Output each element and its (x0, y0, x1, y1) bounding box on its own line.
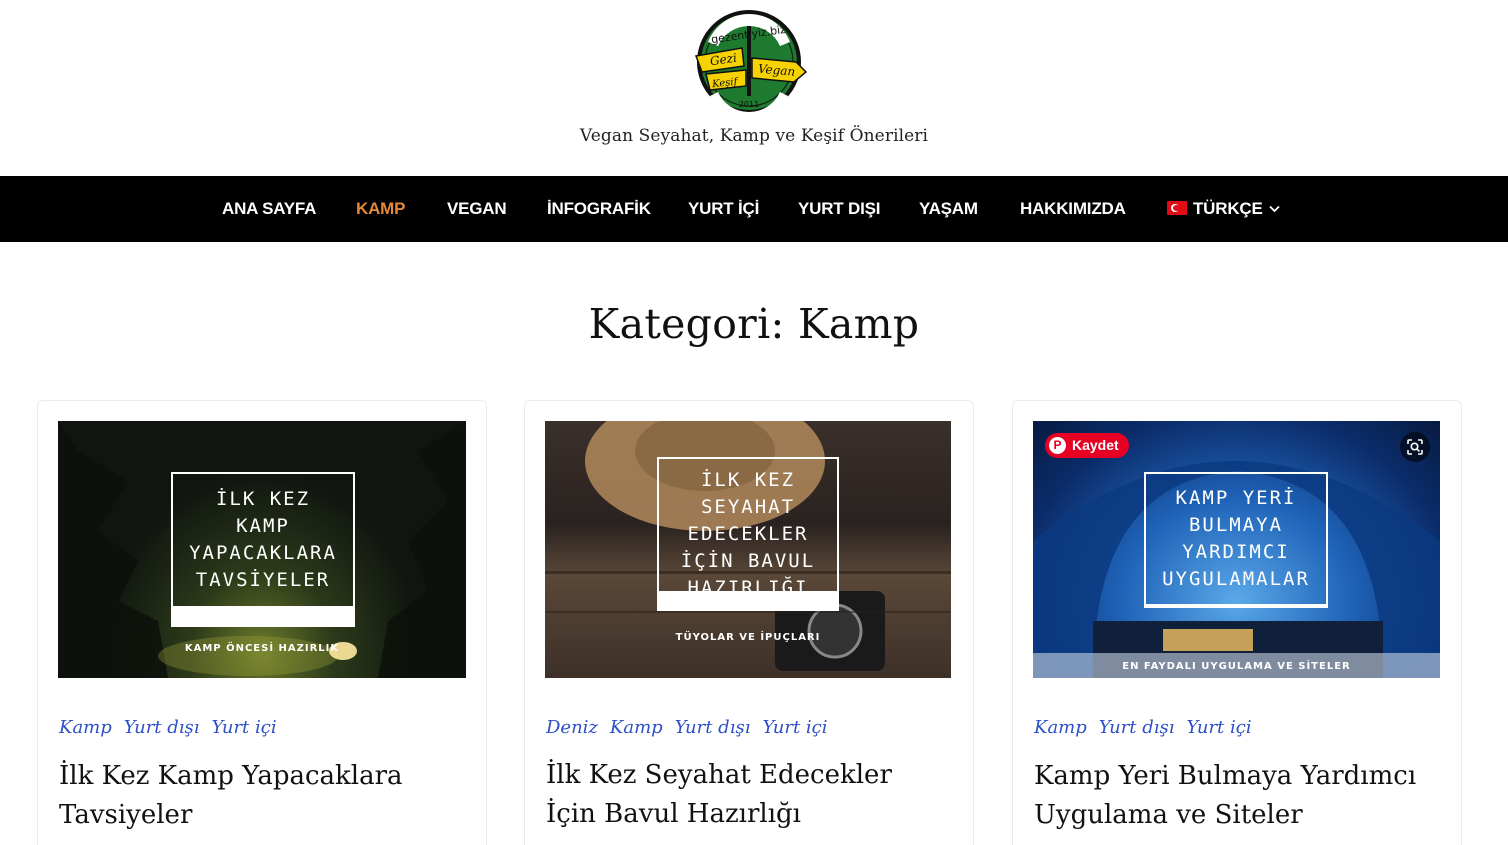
post-categories: Kamp Yurt dışı Yurt içi (59, 717, 289, 738)
nav-item-yasam[interactable]: YAŞAM (919, 176, 978, 242)
nav-item-infografik[interactable]: İNFOGRAFİK (547, 176, 651, 242)
category-link[interactable]: Yurt dışı (675, 717, 751, 738)
pinterest-icon: P (1049, 437, 1066, 454)
post-title[interactable]: Kamp Yeri Bulmaya Yardımcı Uygulama ve S… (1034, 757, 1434, 835)
page-title: Kategori: Kamp (588, 300, 920, 348)
chevron-down-icon (1269, 205, 1280, 213)
nav-item-yurt-ici[interactable]: YURT İÇİ (688, 176, 759, 242)
language-switcher[interactable]: TÜRKÇE (1167, 176, 1280, 242)
visual-search-icon[interactable] (1400, 432, 1430, 462)
category-link[interactable]: Kamp (610, 717, 663, 738)
thumbnail-strip (171, 608, 355, 627)
category-link[interactable]: Yurt dışı (124, 717, 200, 738)
site-tagline: Vegan Seyahat, Kamp ve Keşif Önerileri (579, 126, 929, 146)
thumbnail-strip (657, 591, 839, 611)
nav-item-kamp[interactable]: KAMP (356, 176, 405, 242)
post-title[interactable]: İlk Kez Kamp Yapacaklara Tavsiyeler (59, 757, 459, 835)
post-card: KAMP YERİ BULMAYA YARDIMCI UYGULAMALAR E… (1012, 400, 1462, 845)
thumbnail-caption: KAMP ÖNCESİ HAZIRLIK (184, 643, 340, 654)
category-link[interactable]: Yurt içi (212, 717, 277, 738)
thumbnail-strip (1144, 606, 1328, 608)
post-title[interactable]: İlk Kez Seyahat Edecekler İçin Bavul Haz… (546, 756, 946, 834)
nav-item-hakkimizda[interactable]: HAKKIMIZDA (1020, 176, 1126, 242)
site-header: gezentiyiz.biz 2011 Gezi Keşif Vegan Veg… (0, 0, 1508, 176)
site-logo[interactable]: gezentiyiz.biz 2011 Gezi Keşif Vegan (688, 8, 810, 116)
pinterest-save-label: Kaydet (1072, 437, 1119, 453)
post-categories: Kamp Yurt dışı Yurt içi (1034, 717, 1264, 738)
category-link[interactable]: Kamp (1034, 717, 1087, 738)
category-link[interactable]: Yurt içi (1187, 717, 1252, 738)
nav-item-vegan[interactable]: VEGAN (447, 176, 507, 242)
thumbnail-title: İLK KEZ SEYAHAT EDECEKLER İÇİN BAVUL HAZ… (657, 457, 839, 611)
post-thumbnail[interactable]: KAMP YERİ BULMAYA YARDIMCI UYGULAMALAR E… (1033, 421, 1440, 678)
post-thumbnail[interactable]: İLK KEZ KAMP YAPACAKLARA TAVSİYELER KAMP… (58, 421, 466, 678)
post-card: İLK KEZ KAMP YAPACAKLARA TAVSİYELER KAMP… (37, 400, 487, 845)
category-link[interactable]: Yurt içi (762, 717, 827, 738)
main-navigation: ANA SAYFA KAMP VEGAN İNFOGRAFİK YURT İÇİ… (0, 176, 1508, 242)
language-label: TÜRKÇE (1193, 199, 1263, 218)
nav-item-yurt-disi[interactable]: YURT DIŞI (798, 176, 880, 242)
post-thumbnail[interactable]: İLK KEZ SEYAHAT EDECEKLER İÇİN BAVUL HAZ… (545, 421, 951, 678)
category-link[interactable]: Deniz (546, 717, 598, 738)
thumbnail-caption: TÜYOLAR VE İPUÇLARI (675, 632, 821, 643)
category-link[interactable]: Yurt dışı (1099, 717, 1175, 738)
thumbnail-title: İLK KEZ KAMP YAPACAKLARA TAVSİYELER (171, 472, 355, 608)
post-categories: Deniz Kamp Yurt dışı Yurt içi (546, 717, 840, 738)
thumbnail-caption: EN FAYDALI UYGULAMA VE SİTELER (1122, 661, 1351, 672)
thumbnail-title: KAMP YERİ BULMAYA YARDIMCI UYGULAMALAR (1144, 472, 1328, 606)
category-link[interactable]: Kamp (59, 717, 112, 738)
pinterest-save-button[interactable]: P Kaydet (1045, 433, 1129, 458)
nav-item-ana-sayfa[interactable]: ANA SAYFA (222, 176, 316, 242)
turkey-flag-icon (1167, 201, 1187, 215)
logo-year: 2011 (739, 100, 759, 109)
post-card: İLK KEZ SEYAHAT EDECEKLER İÇİN BAVUL HAZ… (524, 400, 974, 845)
